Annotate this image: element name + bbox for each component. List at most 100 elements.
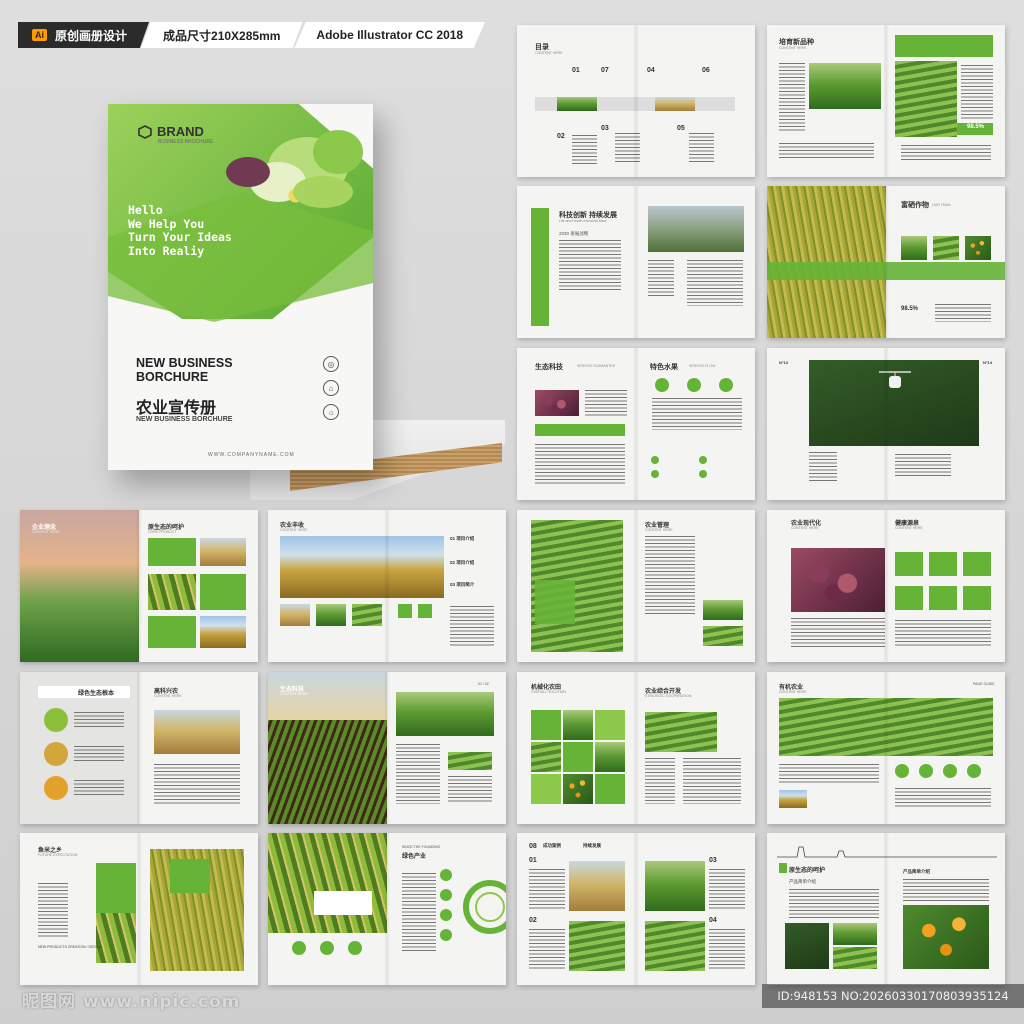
body-text bbox=[535, 444, 625, 484]
body-text bbox=[559, 240, 621, 290]
spread-subtitle: FUTURE EXPECTATION bbox=[38, 853, 78, 857]
rice-photo bbox=[645, 861, 705, 911]
spread-subtitle: CONTENT HERE bbox=[779, 46, 807, 50]
cover-url: WWW.COMPANYNAME.COM bbox=[208, 452, 295, 458]
spread-subtitle-2: STRATEGIC COOPERATION bbox=[645, 694, 692, 698]
body-text bbox=[903, 879, 989, 901]
body-text bbox=[450, 606, 494, 646]
item-num: 04 bbox=[709, 917, 717, 924]
cover-title-cn: 农业宣传册 bbox=[136, 400, 217, 417]
grid-tile bbox=[531, 710, 561, 740]
spread-subtitle: CONTENT HERE bbox=[791, 526, 819, 530]
step-circle bbox=[687, 378, 701, 392]
body-text bbox=[709, 869, 745, 909]
spread-harvest: 农业丰收 CONTENT HERE 01 项目介绍 02 项目介绍 03 项目简… bbox=[268, 510, 506, 662]
body-text bbox=[935, 304, 991, 322]
toc-num: 04 bbox=[647, 67, 655, 74]
thumb-photo bbox=[779, 790, 807, 808]
seedling-photo bbox=[809, 63, 881, 109]
spread-subtitle: CONTENT HERE bbox=[280, 528, 308, 532]
spread-subtitle: CONTENT HERE bbox=[32, 530, 60, 534]
cover-title-line1: NEW BUSINESS bbox=[136, 356, 233, 370]
spread-subtitle: CONTENT HERE bbox=[645, 528, 673, 532]
body-text bbox=[687, 260, 743, 306]
building-icon: ⌂ bbox=[323, 380, 339, 396]
grid-tile bbox=[595, 710, 625, 740]
toc-num: 07 bbox=[601, 67, 609, 74]
ring-graphic bbox=[463, 880, 506, 934]
body-text bbox=[402, 873, 436, 953]
icon-tile bbox=[963, 552, 991, 576]
step-dot bbox=[651, 470, 659, 478]
icon-circle bbox=[440, 929, 452, 941]
spread-subtitle-2: CORE PRODUCT bbox=[148, 530, 177, 534]
grid-photo bbox=[531, 742, 561, 772]
potato-photo bbox=[200, 538, 246, 566]
icon-circle bbox=[320, 941, 334, 955]
toc-num: 03 bbox=[601, 125, 609, 132]
stat-circle bbox=[895, 764, 909, 778]
thumb-photo bbox=[280, 604, 310, 626]
page-number: N°13 bbox=[779, 360, 788, 365]
page-number: N°14 bbox=[983, 360, 992, 365]
item-label: 03 项目简介 bbox=[450, 582, 475, 587]
body-text bbox=[448, 776, 492, 804]
corn-field-photo bbox=[268, 833, 387, 933]
stat-circle bbox=[967, 764, 981, 778]
step-circle bbox=[719, 378, 733, 392]
plant-photo bbox=[96, 913, 136, 963]
icon-tile bbox=[929, 552, 957, 576]
round-photo bbox=[44, 742, 68, 766]
body-text bbox=[809, 452, 837, 482]
wheat-close-photo bbox=[396, 692, 494, 736]
body-text bbox=[709, 929, 745, 969]
body-text bbox=[585, 390, 627, 416]
stat-value: 98.5% bbox=[901, 306, 919, 312]
sun-icon: ☼ bbox=[323, 404, 339, 420]
toc-text bbox=[689, 133, 714, 163]
green-overlay bbox=[535, 580, 575, 624]
icon-circle bbox=[348, 941, 362, 955]
footer-note: NEW PRODUCTS CREATION / DESIGN bbox=[38, 945, 102, 949]
spread-drone: N°13 N°14 bbox=[767, 348, 1005, 500]
year-label: 2030 发展战略 bbox=[559, 231, 589, 236]
icon-circle bbox=[440, 869, 452, 881]
body-text bbox=[529, 929, 565, 969]
header-bar: Ai 原创画册设计 成品尺寸210X285mm Adobe Illustrato… bbox=[18, 22, 486, 48]
body-text bbox=[895, 788, 991, 808]
icon-tile bbox=[929, 586, 957, 610]
spread-title-2: 产品简单介绍 bbox=[903, 869, 930, 874]
toc-num: 01 bbox=[572, 67, 580, 74]
spread-subtitle: CONTENT HERE bbox=[535, 51, 563, 55]
hay-photo bbox=[154, 710, 240, 754]
toc-num: 06 bbox=[702, 67, 710, 74]
spread-title: 原生态的呵护 bbox=[789, 868, 826, 874]
stat-circle bbox=[919, 764, 933, 778]
greenhouse-photo bbox=[703, 600, 743, 620]
brand-sub: BUSINESS BROCHURE bbox=[158, 139, 214, 145]
page-num: 01 / 02 bbox=[478, 682, 489, 686]
spread-subtitle: SERVICE GUARANTEE bbox=[577, 364, 616, 368]
item-label: 01 项目介绍 bbox=[450, 536, 475, 541]
spread-title: 富硒作物 bbox=[901, 202, 929, 209]
header-seg1: 原创画册设计 bbox=[55, 28, 128, 43]
toc-num: 02 bbox=[557, 133, 565, 140]
spread-subtitle: CONTENT HERE bbox=[779, 690, 807, 694]
item-num: 02 bbox=[529, 917, 537, 924]
harvester-photo bbox=[280, 536, 444, 598]
spread-modernization: 农业现代化 CONTENT HERE 健康源泉 CONTENT HERE bbox=[767, 510, 1005, 662]
spread-subtitle: Life and Health Industrial Base bbox=[559, 219, 607, 223]
hexagon-logo-icon bbox=[138, 124, 152, 139]
spread-mechanization: 机械化农田 OVERALL SOLUTION 农业综合开发 STRATEGIC … bbox=[517, 672, 755, 824]
side-banner bbox=[531, 208, 549, 326]
spread-title: 绿色产业 bbox=[402, 854, 427, 860]
step-dot bbox=[699, 470, 707, 478]
spread-title-2: 特色水果 bbox=[650, 364, 678, 371]
icon-tile bbox=[398, 604, 412, 618]
icon-tile bbox=[418, 604, 432, 618]
spread-title: 成功案例 bbox=[543, 843, 561, 848]
stat-value: 98.5% bbox=[967, 124, 985, 130]
spread-subtitle-2: SERVICE FLOW bbox=[689, 364, 716, 368]
green-card bbox=[148, 616, 196, 648]
brand-name: BRAND bbox=[157, 124, 204, 139]
